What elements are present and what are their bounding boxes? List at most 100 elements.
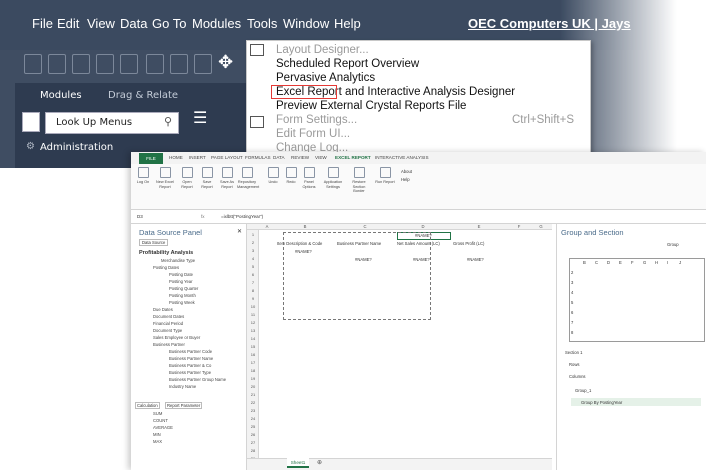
save-as-button[interactable]: Save As Report [217, 167, 237, 189]
row-header[interactable]: 7 [247, 280, 259, 285]
row-header[interactable]: 21 [247, 392, 259, 397]
tab-calculation[interactable]: Calculation [135, 402, 160, 409]
tree-item[interactable]: Posting Date [169, 272, 193, 277]
row-header[interactable]: 14 [247, 336, 259, 341]
section-1[interactable]: Section 1 [565, 350, 582, 355]
menu-modules[interactable]: Modules [192, 16, 241, 31]
sms-icon[interactable] [96, 54, 114, 74]
tree-item[interactable]: Business Partner Group Name [169, 377, 226, 382]
lookup-menus-input[interactable]: Look Up Menus ⚲ [45, 112, 179, 134]
group-1-node[interactable]: Group_1 [575, 388, 591, 393]
new-report-button[interactable]: New Excel Report [155, 167, 175, 189]
cell-header-gp[interactable]: Gross Profit (LC) [453, 241, 484, 246]
row-header[interactable]: 26 [247, 432, 259, 437]
row-header[interactable]: 17 [247, 360, 259, 365]
tree-item[interactable]: Posting Quarter [169, 286, 198, 291]
columns-node[interactable]: Columns [569, 374, 586, 379]
tree-item[interactable]: Business Partner [153, 342, 185, 347]
tree-item[interactable]: Posting Dates [153, 265, 179, 270]
function-item[interactable]: AVERAGE [153, 425, 173, 430]
menu-view[interactable]: View [87, 16, 115, 31]
tab-data[interactable]: DATA [273, 155, 285, 160]
open-report-button[interactable]: Open Report [177, 167, 197, 189]
row-header[interactable]: 11 [247, 312, 259, 317]
row-header[interactable]: 18 [247, 368, 259, 373]
row-header[interactable]: 13 [247, 328, 259, 333]
tree-item[interactable]: Posting Month [169, 293, 196, 298]
tab-drag-relate[interactable]: Drag & Relate [108, 90, 178, 101]
col-d[interactable]: D [395, 224, 451, 229]
tree-item[interactable]: Due Dates [153, 307, 173, 312]
menu-scheduled-report[interactable]: Scheduled Report Overview [276, 58, 419, 70]
tree-item[interactable]: Posting Week [169, 300, 195, 305]
menu-goto[interactable]: Go To [152, 16, 186, 31]
print-preview-icon[interactable] [24, 54, 42, 74]
tree-item[interactable]: Industry Name [169, 384, 196, 389]
log-on-button[interactable]: Log On [133, 167, 153, 185]
tab-review[interactable]: REVIEW [291, 155, 309, 160]
col-g[interactable]: G [531, 224, 551, 229]
excel-icon[interactable] [146, 54, 164, 74]
rows-node[interactable]: Rows [569, 362, 579, 367]
restore-border-button[interactable]: Restore Section Border [349, 167, 369, 194]
col-f[interactable]: F [507, 224, 531, 229]
row-header[interactable]: 15 [247, 344, 259, 349]
redo-button[interactable]: Redo [281, 167, 301, 185]
row-header[interactable]: 23 [247, 408, 259, 413]
menu-window[interactable]: Window [283, 16, 329, 31]
function-item[interactable]: MAX [153, 439, 162, 444]
row-header[interactable]: 27 [247, 440, 259, 445]
col-e[interactable]: E [451, 224, 507, 229]
tree-item[interactable]: Posting Year [169, 279, 193, 284]
menu-edit[interactable]: Edit [57, 16, 79, 31]
formula-input[interactable]: =ixlbtt("PostingYear") [221, 214, 263, 219]
row-header[interactable]: 22 [247, 400, 259, 405]
panel-options-button[interactable]: Panel Options [299, 167, 319, 189]
about-link[interactable]: About [401, 169, 412, 174]
tab-excel-report[interactable]: EXCEL REPORT [335, 155, 371, 160]
email-icon[interactable] [72, 54, 90, 74]
hamburger-icon[interactable]: ☰ [193, 108, 207, 127]
function-item[interactable]: MIN [153, 432, 161, 437]
tab-sheet1[interactable]: Sheet1 [287, 458, 309, 468]
groupby-row[interactable]: Group By PostingYear [571, 398, 701, 406]
tree-item[interactable]: Business Partner Type [169, 370, 211, 375]
tree-item[interactable]: Document Dates [153, 314, 184, 319]
wrench-icon[interactable] [22, 112, 40, 132]
row-header[interactable]: 10 [247, 304, 259, 309]
tree-item[interactable]: Sales Employee or Buyer [153, 335, 200, 340]
menu-preview-crystal[interactable]: Preview External Crystal Reports File [276, 100, 466, 112]
save-report-button[interactable]: Save Report [197, 167, 217, 189]
row-header[interactable]: 24 [247, 416, 259, 421]
app-settings-button[interactable]: Application Settings [323, 167, 343, 189]
row-header[interactable]: 20 [247, 384, 259, 389]
row-header[interactable]: 1 [247, 232, 259, 237]
menu-tools[interactable]: Tools [247, 16, 277, 31]
menu-edit-form-ui[interactable]: Edit Form UI... [276, 128, 350, 140]
row-header[interactable]: 28 [247, 448, 259, 453]
tree-item[interactable]: Business Partner Code [169, 349, 212, 354]
col-a[interactable]: A [259, 224, 275, 229]
tree-item[interactable]: Business Partner & Co [169, 363, 211, 368]
tree-item[interactable]: Business Partner Name [169, 356, 213, 361]
row-header[interactable]: 4 [247, 256, 259, 261]
row-header[interactable]: 19 [247, 376, 259, 381]
close-icon[interactable]: ✕ [237, 228, 242, 235]
tree-item[interactable]: Merchandise Type [161, 258, 195, 263]
tab-report-parameter[interactable]: Report Parameter [165, 402, 203, 409]
repository-button[interactable]: Repository Management [237, 167, 259, 189]
word-icon[interactable] [170, 54, 188, 74]
menu-data[interactable]: Data [120, 16, 147, 31]
add-sheet-icon[interactable]: ⊕ [317, 459, 322, 466]
row-header[interactable]: 8 [247, 288, 259, 293]
tab-page-layout[interactable]: PAGE LAYOUT [211, 155, 243, 160]
tree-item[interactable]: Document Type [153, 328, 182, 333]
menu-pervasive-analytics[interactable]: Pervasive Analytics [276, 72, 375, 84]
menu-help[interactable]: Help [334, 16, 361, 31]
tab-home[interactable]: HOME [169, 155, 183, 160]
row-header[interactable]: 2 [247, 240, 259, 245]
administration-item[interactable]: Administration [40, 142, 113, 153]
undo-button[interactable]: Undo [263, 167, 283, 185]
row-header[interactable]: 16 [247, 352, 259, 357]
tab-formulas[interactable]: FORMULAS [245, 155, 271, 160]
